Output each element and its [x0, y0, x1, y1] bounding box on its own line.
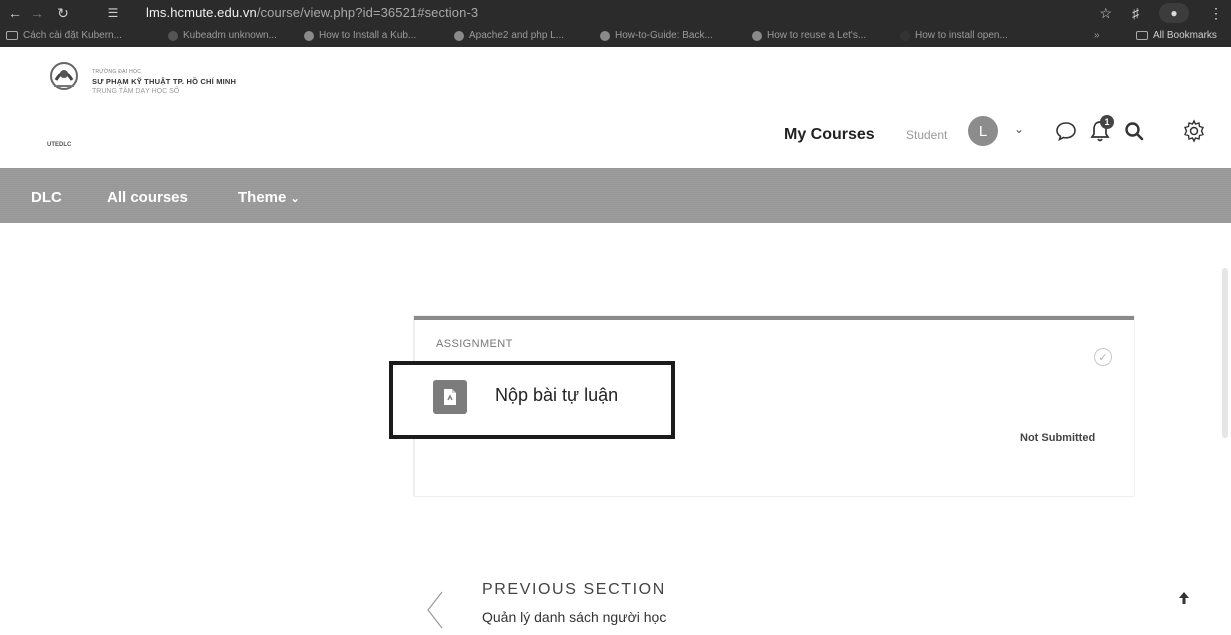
- all-bookmarks-button[interactable]: All Bookmarks: [1136, 30, 1217, 41]
- nav-item-theme[interactable]: Theme ⌄: [238, 189, 300, 206]
- url-host: lms.hcmute.edu.vn: [146, 5, 257, 20]
- chevron-left-icon[interactable]: [424, 590, 446, 630]
- bookmark-item[interactable]: How to install open...: [900, 30, 1008, 41]
- user-role: Student: [906, 128, 948, 142]
- previous-section-title[interactable]: Quản lý danh sách người học: [482, 609, 666, 625]
- browser-actions: ☆ ♯ ● ⋮: [1099, 3, 1223, 23]
- submission-status: Not Submitted: [1020, 432, 1096, 444]
- previous-section-label[interactable]: PREVIOUS SECTION: [482, 581, 666, 599]
- gear-icon[interactable]: [1180, 117, 1208, 145]
- page-icon: [752, 30, 762, 41]
- nav-item-all-courses[interactable]: All courses: [107, 189, 188, 206]
- completion-check-icon[interactable]: ✓: [1094, 348, 1112, 366]
- url-path: /course/view.php?id=36521#section-3: [256, 5, 479, 20]
- file-icon: [433, 380, 467, 414]
- page-icon: [454, 30, 464, 41]
- bookmark-item[interactable]: How-to-Guide: Back...: [600, 30, 713, 41]
- nav-item-dlc[interactable]: DLC: [31, 189, 62, 206]
- logo-emblem-icon: [46, 60, 82, 104]
- bookmarks-overflow-button[interactable]: »: [1094, 30, 1100, 41]
- bell-icon[interactable]: 1: [1086, 115, 1114, 145]
- menu-icon[interactable]: ⋮: [1209, 5, 1223, 22]
- page-scrollbar[interactable]: [1222, 268, 1228, 438]
- folder-icon: [1136, 31, 1148, 40]
- logo-line-3: TRUNG TÂM DẠY HỌC SỐ: [92, 88, 180, 95]
- logo-text: TRƯỜNG ĐẠI HỌC SƯ PHẠM KỸ THUẬT TP. HỒ C…: [92, 69, 236, 95]
- arrow-up-icon[interactable]: [1176, 590, 1192, 606]
- logo-line-2: SƯ PHẠM KỸ THUẬT TP. HỒ CHÍ MINH: [92, 77, 237, 86]
- arrow-right-icon[interactable]: →: [26, 2, 48, 24]
- chevron-down-icon[interactable]: ⌄: [1014, 122, 1024, 136]
- bookmark-item[interactable]: How to reuse a Let's...: [752, 30, 866, 41]
- search-icon[interactable]: [1120, 117, 1148, 145]
- bookmark-item[interactable]: How to Install a Kub...: [304, 30, 416, 41]
- page-icon: [304, 30, 314, 41]
- my-courses-link[interactable]: My Courses: [784, 126, 875, 144]
- puzzle-icon[interactable]: ♯: [1132, 5, 1139, 21]
- site-logo[interactable]: TRƯỜNG ĐẠI HỌC SƯ PHẠM KỸ THUẬT TP. HỒ C…: [46, 60, 236, 104]
- browser-toolbar: ← → ↻ ☰ lms.hcmute.edu.vn/course/view.ph…: [0, 0, 1231, 47]
- assignment-title: Nộp bài tự luận: [495, 385, 619, 405]
- profile-button[interactable]: ●: [1159, 3, 1189, 23]
- primary-navigation: DLC All courses Theme ⌄: [0, 168, 1231, 223]
- bookmark-item[interactable]: Apache2 and php L...: [454, 30, 564, 41]
- logo-abbreviation: UTEDLC: [47, 142, 72, 148]
- notification-badge: 1: [1100, 115, 1114, 129]
- address-bar[interactable]: lms.hcmute.edu.vn/course/view.php?id=365…: [146, 5, 478, 20]
- page-icon: [168, 30, 178, 41]
- reload-icon[interactable]: ↻: [52, 2, 74, 24]
- site-info-icon[interactable]: ☰: [88, 3, 138, 23]
- page-icon: [900, 30, 910, 41]
- page-icon: [6, 31, 18, 40]
- activity-type-label: ASSIGNMENT: [436, 338, 513, 350]
- arrow-left-icon[interactable]: ←: [4, 2, 26, 24]
- bookmark-item[interactable]: Kubeadm unknown...: [168, 30, 277, 41]
- assignment-link[interactable]: Nộp bài tự luận: [389, 361, 675, 439]
- globe-icon: [600, 30, 610, 41]
- bookmark-item[interactable]: Cách cài đặt Kubern...: [6, 30, 122, 41]
- chevron-down-icon: ⌄: [290, 193, 300, 205]
- star-icon[interactable]: ☆: [1099, 5, 1112, 22]
- avatar[interactable]: L: [968, 116, 998, 146]
- logo-line-1: TRƯỜNG ĐẠI HỌC: [92, 69, 142, 75]
- browser-nav-row: ← → ↻ ☰ lms.hcmute.edu.vn/course/view.ph…: [0, 0, 1231, 26]
- bookmarks-bar: Cách cài đặt Kubern... Kubeadm unknown..…: [0, 26, 1231, 47]
- chat-bubble-icon[interactable]: [1052, 117, 1080, 145]
